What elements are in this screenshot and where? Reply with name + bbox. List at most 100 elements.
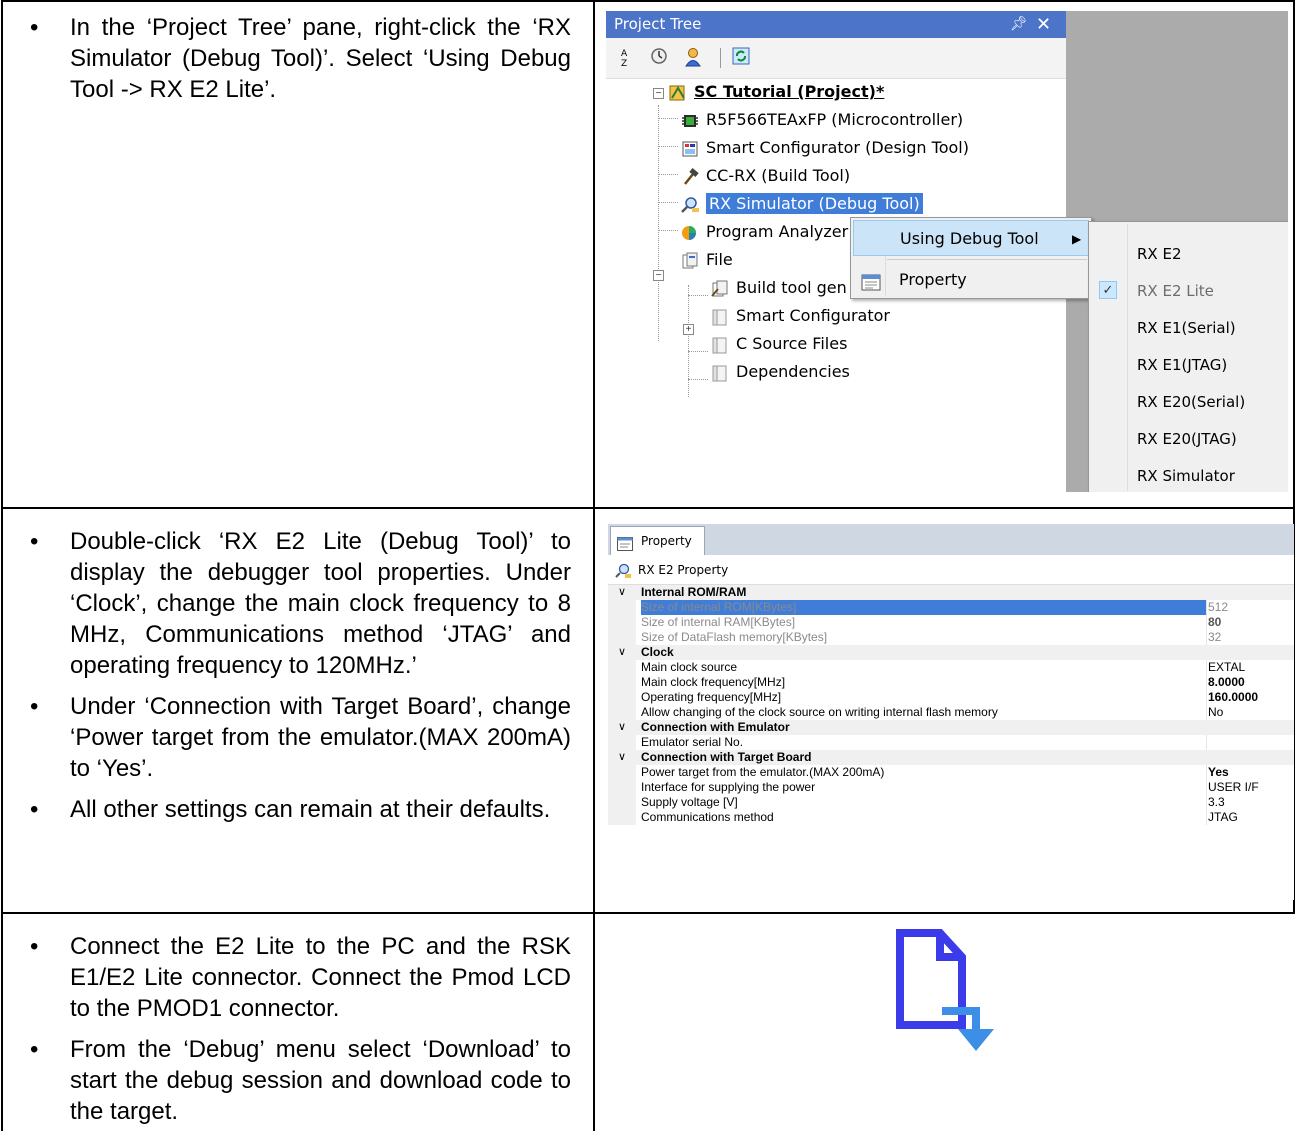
property-header: RX E2 Property — [608, 555, 1294, 585]
tree-node-rx-simulator[interactable]: RX Simulator (Debug Tool) — [680, 191, 924, 217]
generated-files-icon — [710, 280, 730, 298]
project-icon — [668, 84, 688, 102]
property-name: Size of internal ROM[KBytes] — [641, 600, 1207, 615]
submenu-item-rx-e1-jtag[interactable]: RX E1(JTAG) — [1089, 347, 1288, 383]
property-row[interactable]: Main clock frequency[MHz] 8.0000 — [608, 675, 1294, 690]
tree-node-build-tool[interactable]: CC-RX (Build Tool) — [680, 163, 850, 189]
property-name: Main clock source — [641, 660, 1207, 675]
tree-label: R5F566TEAxFP (Microcontroller) — [706, 110, 964, 129]
row2-instructions: Double-click ‘RX E2 Lite (Debug Tool)’ t… — [1, 526, 593, 835]
tree-node-smart-configurator-folder[interactable]: Smart Configurator — [710, 303, 890, 329]
category-label: Clock — [641, 645, 674, 659]
menu-item-property[interactable]: Property — [853, 262, 1089, 298]
property-name: Interface for supplying the power — [641, 780, 1207, 795]
property-grid: ∨ Internal ROM/RAM Size of internal ROM[… — [608, 585, 1294, 825]
row1-instructions: In the ‘Project Tree’ pane, right-click … — [1, 12, 593, 115]
property-row[interactable]: Interface for supplying the power USER I… — [608, 780, 1294, 795]
submenu-item-label: RX E20(Serial) — [1137, 393, 1246, 411]
close-icon[interactable]: ✕ — [1036, 11, 1051, 38]
property-value: No — [1208, 705, 1224, 719]
property-name: Emulator serial No. — [641, 735, 1207, 750]
table-column-divider — [593, 0, 595, 1131]
pin-icon[interactable]: 📌︎ — [1010, 11, 1028, 38]
tree-connector — [658, 174, 678, 175]
project-tree-title-bar: Project Tree 📌︎ ✕ — [606, 11, 1066, 38]
clock-icon[interactable] — [648, 47, 670, 69]
property-row[interactable]: Main clock source EXTAL — [608, 660, 1294, 675]
tree-connector — [688, 351, 708, 352]
property-panel-screenshot: Property RX E2 Property ∨ Internal ROM/R… — [608, 524, 1294, 900]
property-name: Operating frequency[MHz] — [641, 690, 1207, 705]
property-value: EXTAL — [1208, 660, 1246, 674]
category-clock[interactable]: ∨ Clock — [608, 645, 1294, 660]
tree-node-file[interactable]: File — [680, 247, 733, 273]
table-row-divider — [1, 912, 1295, 914]
property-row[interactable]: Communications method JTAG — [608, 810, 1294, 825]
submenu-item-label: RX E2 — [1137, 245, 1182, 263]
chevron-down-icon[interactable]: ∨ — [618, 720, 626, 735]
category-connection-with-target-board[interactable]: ∨ Connection with Target Board — [608, 750, 1294, 765]
property-row[interactable]: Size of internal RAM[KBytes] 80 — [608, 615, 1294, 630]
tree-connector — [658, 105, 659, 341]
debug-tool-icon — [680, 196, 700, 214]
menu-item-using-debug-tool[interactable]: Using Debug Tool ▶ — [853, 220, 1089, 256]
chevron-down-icon[interactable]: ∨ — [618, 645, 626, 660]
tree-label: SC Tutorial (Project)* — [694, 82, 885, 101]
submenu-item-rx-e20-serial[interactable]: RX E20(Serial) — [1089, 384, 1288, 420]
submenu-item-rx-e2-lite[interactable]: ✓ RX E2 Lite — [1089, 273, 1288, 309]
property-row[interactable]: Operating frequency[MHz] 160.0000 — [608, 690, 1294, 705]
design-tool-icon — [680, 140, 700, 158]
category-connection-with-emulator[interactable]: ∨ Connection with Emulator — [608, 720, 1294, 735]
tree-connector — [658, 146, 678, 147]
tree-label: CC-RX (Build Tool) — [706, 166, 851, 185]
folder-icon — [710, 308, 730, 326]
submenu-item-rx-e1-serial[interactable]: RX E1(Serial) — [1089, 310, 1288, 346]
property-value: Yes — [1208, 765, 1229, 779]
property-row[interactable]: Allow changing of the clock source on wr… — [608, 705, 1294, 720]
tree-node-microcontroller[interactable]: R5F566TEAxFP (Microcontroller) — [680, 107, 963, 133]
property-row[interactable]: Size of DataFlash memory[KBytes] 32 — [608, 630, 1294, 645]
tree-label: Smart Configurator — [736, 306, 890, 325]
menu-separator — [887, 259, 1087, 260]
sort-icon[interactable]: AZ — [614, 47, 636, 69]
user-icon[interactable] — [682, 47, 704, 69]
tree-node-smart-configurator[interactable]: Smart Configurator (Design Tool) — [680, 135, 969, 161]
property-row[interactable]: Size of internal ROM[KBytes] 512 — [608, 600, 1294, 615]
tree-connector — [658, 230, 678, 231]
bullet-item: All other settings can remain at their d… — [1, 794, 593, 825]
collapse-toggle[interactable]: − — [653, 270, 664, 281]
tree-node-c-source-files[interactable]: C Source Files — [710, 331, 847, 357]
hammer-icon — [680, 167, 700, 186]
category-label: Connection with Emulator — [641, 720, 790, 734]
collapse-toggle[interactable]: − — [653, 88, 664, 99]
property-value: 32 — [1208, 630, 1222, 644]
chevron-down-icon[interactable]: ∨ — [618, 750, 626, 765]
svg-text:A: A — [621, 49, 628, 59]
tree-node-project[interactable]: SC Tutorial (Project)* — [668, 79, 884, 105]
category-internal-rom-ram[interactable]: ∨ Internal ROM/RAM — [608, 585, 1294, 600]
download-icon — [894, 929, 1004, 1057]
tree-node-dependencies[interactable]: Dependencies — [710, 359, 850, 385]
submenu-item-rx-e2[interactable]: RX E2 — [1089, 236, 1288, 272]
tree-label: Dependencies — [736, 362, 850, 381]
submenu-item-rx-simulator[interactable]: RX Simulator — [1089, 458, 1288, 492]
table-row-divider — [1, 507, 1295, 509]
property-row[interactable]: Power target from the emulator.(MAX 200m… — [608, 765, 1294, 780]
property-row[interactable]: Supply voltage [V] 3.3 — [608, 795, 1294, 810]
submenu-item-rx-e20-jtag[interactable]: RX E20(JTAG) — [1089, 421, 1288, 457]
property-row[interactable]: Emulator serial No. — [608, 735, 1294, 750]
project-tree-screenshot: Project Tree 📌︎ ✕ AZ − − + SC Tutorial (… — [606, 11, 1288, 492]
tab-property[interactable]: Property — [610, 526, 705, 555]
submenu-item-label: RX Simulator — [1137, 467, 1235, 485]
tree-connector — [688, 285, 689, 397]
chevron-down-icon[interactable]: ∨ — [618, 585, 626, 600]
tree-node-build-tool-generated[interactable]: Build tool gen — [710, 275, 847, 301]
property-icon — [861, 269, 883, 291]
file-folder-icon — [680, 252, 700, 270]
property-value: 3.3 — [1208, 795, 1225, 809]
bullet-item: In the ‘Project Tree’ pane, right-click … — [1, 12, 593, 105]
expand-toggle[interactable]: + — [683, 324, 694, 335]
tree-node-program-analyzer[interactable]: Program Analyzer — [680, 219, 848, 245]
refresh-icon[interactable] — [730, 47, 752, 69]
property-value: 80 — [1208, 615, 1222, 629]
